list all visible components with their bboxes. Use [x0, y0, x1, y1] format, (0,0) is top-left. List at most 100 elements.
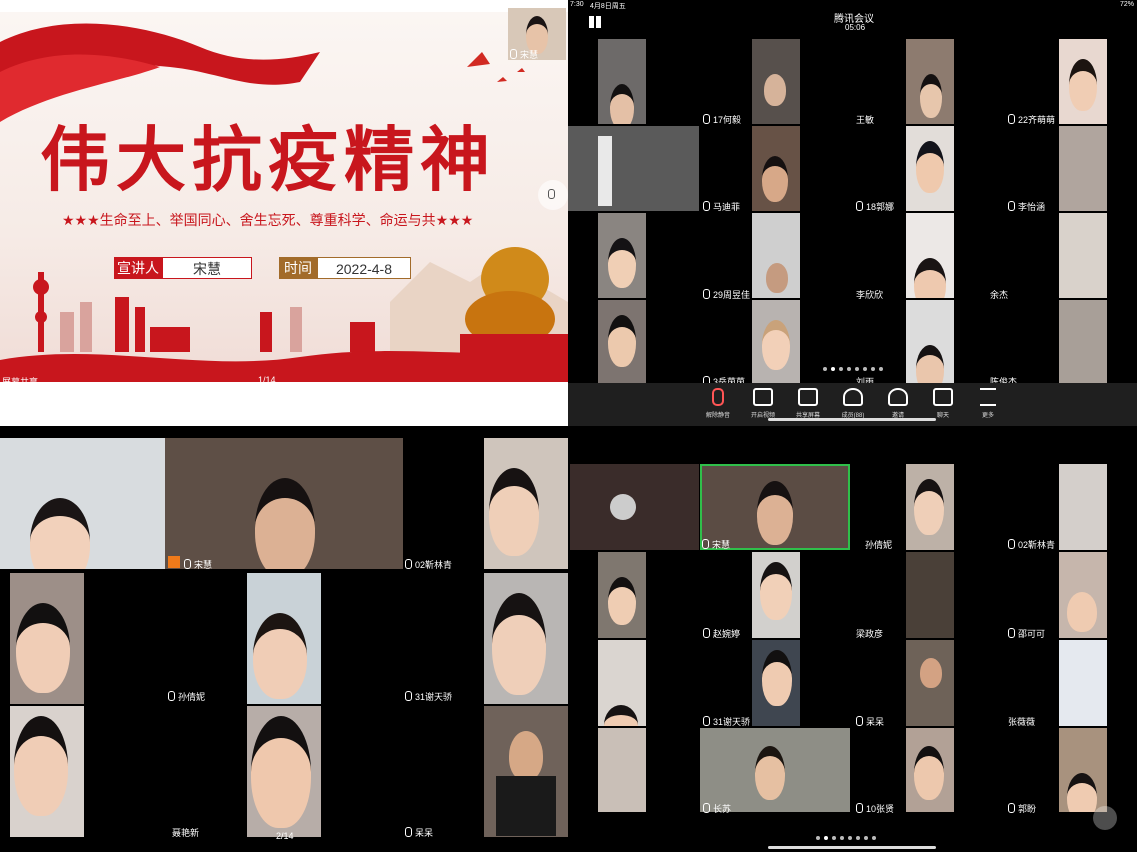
mic-float-button[interactable]	[1093, 806, 1117, 830]
participant-name: 长苏	[703, 802, 731, 815]
mic-icon	[703, 716, 710, 726]
host-icon	[168, 556, 180, 568]
video-tile[interactable]	[906, 39, 954, 124]
mic-icon	[1008, 114, 1015, 124]
pip-video-tile[interactable]: 宋慧	[508, 8, 566, 60]
participant-name: 17何毅	[703, 113, 741, 126]
more-icon	[980, 388, 996, 406]
video-tile[interactable]	[484, 573, 568, 704]
participant-name: 邵可可	[1008, 627, 1045, 640]
shared-slide: 伟大抗疫精神 ★★★生命至上、举国同心、舍生忘死、尊重科学、命运与共★★★ 宣讲…	[0, 12, 568, 382]
video-tile[interactable]	[906, 126, 954, 211]
mic-icon	[405, 691, 412, 701]
mic-icon	[856, 716, 863, 726]
video-tile[interactable]	[1059, 464, 1107, 550]
video-tile[interactable]	[1059, 213, 1107, 298]
video-tile[interactable]	[752, 552, 800, 638]
participant-name: 张薇薇	[1008, 717, 1036, 727]
video-tile[interactable]	[752, 640, 800, 726]
video-tile[interactable]	[568, 126, 699, 211]
video-tile[interactable]	[484, 706, 568, 837]
participant-name: 王敏	[856, 115, 875, 125]
bottom-right-gallery: 宋慧 孙倩妮 02靳林青 赵婉婷 梁政彦 邵可可 31谢天骄 呆呆 张薇薇 长苏…	[568, 426, 1137, 852]
video-tile[interactable]	[598, 640, 646, 726]
participant-name: 31谢天骄	[405, 690, 452, 703]
mic-icon	[1008, 201, 1015, 211]
status-date: 4月8日周五	[590, 3, 626, 10]
grid-view-icon[interactable]	[589, 16, 601, 28]
mic-icon	[703, 803, 710, 813]
video-tile[interactable]	[10, 706, 84, 837]
video-tile[interactable]	[1059, 552, 1107, 638]
video-tile[interactable]	[1059, 126, 1107, 211]
video-tile[interactable]	[570, 464, 699, 550]
video-tile[interactable]	[598, 728, 646, 812]
participant-name: 孙倩妮	[168, 690, 205, 703]
participant-name: 聂艳新	[172, 828, 200, 838]
chat-icon	[933, 388, 953, 406]
video-tile[interactable]	[484, 438, 568, 569]
video-tile[interactable]	[906, 552, 954, 638]
video-tile[interactable]	[0, 438, 165, 569]
slide-title: 伟大抗疫精神	[40, 118, 496, 201]
video-tile[interactable]	[752, 39, 800, 124]
mic-icon	[1008, 539, 1015, 549]
members-icon	[843, 388, 863, 406]
battery-status: 72%	[1120, 1, 1135, 8]
mic-icon	[510, 49, 517, 59]
video-tile[interactable]	[752, 213, 800, 298]
video-tile-active[interactable]	[165, 438, 403, 569]
chat-button[interactable]: 聊天	[923, 388, 963, 419]
participant-name: 18郭娜	[856, 200, 894, 213]
pip-name: 宋慧	[520, 50, 539, 60]
video-tile[interactable]	[598, 39, 646, 124]
bottom-left-gallery: 宋慧 02靳林青 孙倩妮 31谢天骄 聂艳新 2/14 呆呆	[0, 426, 568, 852]
video-tile[interactable]	[598, 300, 646, 383]
mic-icon	[405, 559, 412, 569]
start-video-button[interactable]: 开启视频	[743, 388, 783, 419]
avatar	[610, 494, 636, 520]
mic-icon	[405, 827, 412, 837]
mic-muted-icon	[712, 388, 724, 406]
members-button[interactable]: 成员(88)	[833, 388, 873, 419]
video-tile[interactable]	[752, 126, 800, 211]
participant-name: 宋慧	[702, 538, 730, 551]
participant-name: 李怡涵	[1008, 200, 1045, 213]
unmute-button[interactable]: 解除静音	[698, 388, 738, 419]
invite-button[interactable]: 邀请	[878, 388, 918, 419]
meeting-timer: 05:06	[845, 23, 866, 32]
video-tile[interactable]	[598, 213, 646, 298]
video-tile[interactable]	[1059, 640, 1107, 726]
participant-name: 10张贤	[856, 802, 894, 815]
video-tile[interactable]	[1059, 300, 1107, 383]
mic-icon	[184, 559, 191, 569]
invite-icon	[888, 388, 908, 406]
video-tile[interactable]	[10, 573, 84, 704]
video-tile[interactable]	[906, 728, 954, 812]
video-tile[interactable]	[700, 728, 850, 812]
video-tile[interactable]	[1059, 728, 1107, 812]
video-tile[interactable]	[906, 213, 954, 298]
video-tile[interactable]	[752, 300, 800, 383]
video-tile[interactable]	[247, 706, 321, 837]
screen-share-label: 屏幕共享	[2, 377, 39, 387]
participant-name: 李欣欣	[856, 290, 884, 300]
participant-name: 02靳林青	[405, 558, 452, 571]
mic-float-button[interactable]	[538, 180, 568, 210]
participant-name: 29周昱佳	[703, 288, 750, 301]
video-tile[interactable]	[1059, 39, 1107, 124]
video-tile[interactable]	[906, 464, 954, 550]
mic-icon	[702, 539, 709, 549]
video-tile[interactable]	[247, 573, 321, 704]
home-indicator	[768, 846, 936, 849]
participant-name: 宋慧	[168, 556, 212, 571]
mic-icon	[856, 201, 863, 211]
share-screen-button[interactable]: 共享屏幕	[788, 388, 828, 419]
slide-subtitle: ★★★生命至上、举国同心、舍生忘死、尊重科学、命运与共★★★	[62, 212, 474, 228]
mic-icon	[168, 691, 175, 701]
more-button[interactable]: 更多	[968, 388, 1008, 419]
video-tile[interactable]	[906, 300, 954, 383]
participant-name: 31谢天骄	[703, 715, 750, 728]
video-tile[interactable]	[598, 552, 646, 638]
video-tile[interactable]	[906, 640, 954, 726]
